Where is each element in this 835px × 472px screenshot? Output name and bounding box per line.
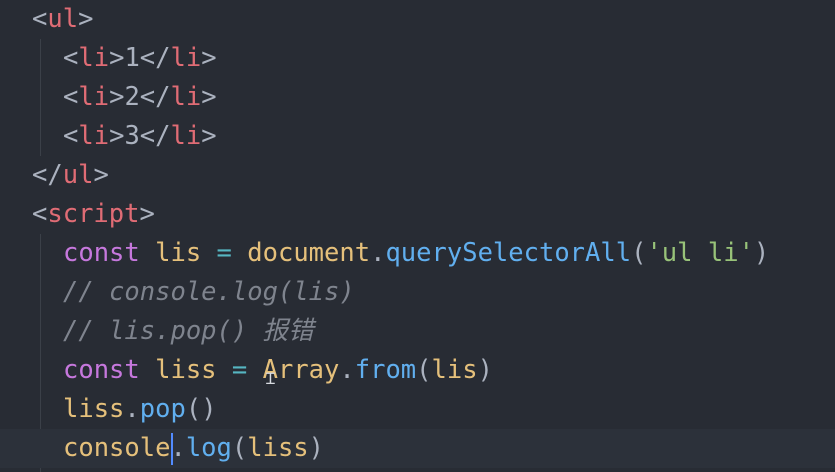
tag-close-bracket: >: [78, 4, 94, 34]
tag-close-bracket: >: [109, 82, 125, 112]
tag-name: li: [170, 121, 202, 151]
tag-open-bracket: <: [63, 82, 79, 112]
paren-close: ): [477, 355, 493, 385]
dot: .: [339, 355, 355, 385]
tag-name: li: [78, 82, 110, 112]
tag-name: ul: [62, 160, 94, 190]
tag-close-bracket: >: [93, 160, 109, 190]
code-line-8[interactable]: // console.log(lis): [0, 273, 355, 312]
tag-name: script: [47, 199, 140, 229]
code-editor[interactable]: <ul> <li>1</li> <li>2</li> <li>3</li> </…: [0, 0, 835, 472]
code-line-4[interactable]: <li>3</li>: [0, 117, 217, 156]
tag-name: li: [170, 82, 202, 112]
text-cursor-icon: [171, 433, 173, 465]
tag-name: ul: [47, 4, 79, 34]
tag-text: 1: [124, 43, 140, 73]
code-line-6[interactable]: <script>: [0, 195, 155, 234]
object: document: [247, 238, 371, 268]
object: liss: [63, 394, 125, 424]
code-line-11[interactable]: liss.pop(): [0, 390, 217, 429]
keyword: const: [63, 355, 140, 385]
string-literal: 'ul li': [646, 238, 754, 268]
tag-open-bracket: </: [32, 160, 63, 190]
argument: lis: [431, 355, 478, 385]
dot: .: [124, 394, 140, 424]
tag-open-bracket: <: [63, 121, 79, 151]
dot: .: [370, 238, 386, 268]
tag-name: li: [78, 121, 110, 151]
paren-open: (: [631, 238, 647, 268]
paren-close: ): [753, 238, 770, 268]
operator: =: [216, 238, 232, 268]
comment: // lis.pop() 报错: [63, 316, 314, 346]
tag-open-bracket: </: [139, 43, 171, 73]
tag-close-bracket: >: [109, 121, 125, 151]
argument: liss: [247, 433, 309, 463]
tag-text: 2: [124, 82, 140, 112]
code-line-7[interactable]: const lis = document.querySelectorAll('u…: [0, 234, 769, 273]
tag-close-bracket: >: [201, 121, 217, 151]
operator: =: [231, 355, 248, 385]
code-line-1[interactable]: <ul>: [0, 0, 93, 39]
variable: liss: [155, 355, 217, 385]
code-line-3[interactable]: <li>2</li>: [0, 78, 217, 117]
paren-open: (: [231, 433, 248, 463]
variable: lis: [155, 238, 202, 268]
parens: (): [185, 394, 217, 424]
tag-text: 3: [124, 121, 140, 151]
function-name: querySelectorAll: [385, 238, 632, 268]
code-line-5[interactable]: </ul>: [0, 156, 109, 195]
tag-name: li: [78, 43, 110, 73]
comment: // console.log(lis): [63, 277, 355, 307]
code-line-2[interactable]: <li>1</li>: [0, 39, 217, 78]
tag-name: li: [170, 43, 202, 73]
code-line-12[interactable]: console.log(liss): [0, 429, 835, 468]
tag-open-bracket: </: [139, 82, 171, 112]
paren-open: (: [416, 355, 432, 385]
function-name: log: [185, 433, 232, 463]
object: console: [63, 433, 171, 463]
function-name: pop: [139, 394, 186, 424]
tag-close-bracket: >: [139, 199, 155, 229]
tag-open-bracket: <: [63, 43, 79, 73]
keyword: const: [63, 238, 140, 268]
tag-close-bracket: >: [201, 82, 217, 112]
tag-open-bracket: </: [139, 121, 171, 151]
tag-close-bracket: >: [201, 43, 217, 73]
code-line-10[interactable]: const liss = Array.from(lis): [0, 351, 493, 390]
mouse-ibeam-icon: Ɪ: [266, 369, 275, 388]
function-name: from: [354, 355, 417, 385]
tag-open-bracket: <: [32, 4, 48, 34]
tag-close-bracket: >: [109, 43, 125, 73]
tag-open-bracket: <: [32, 199, 48, 229]
paren-close: ): [308, 433, 325, 463]
code-line-9[interactable]: // lis.pop() 报错: [0, 312, 314, 351]
